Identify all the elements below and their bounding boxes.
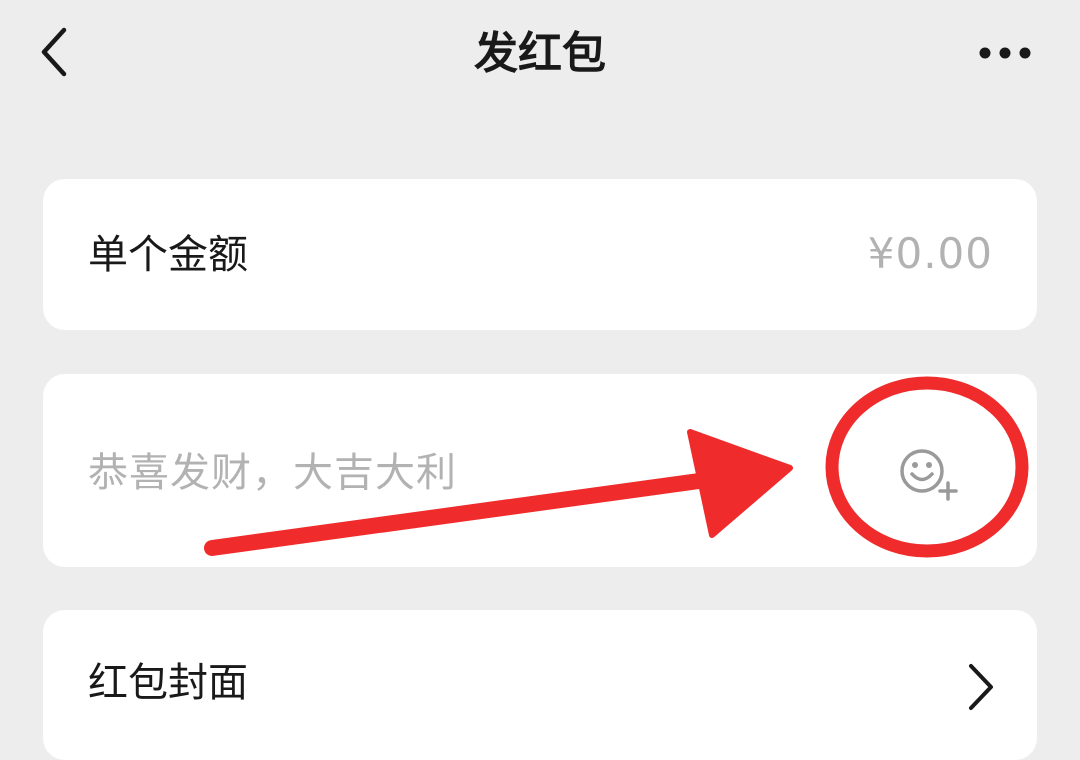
emoji-add-icon xyxy=(900,449,958,501)
amount-input[interactable]: ¥0.00 xyxy=(868,227,993,281)
more-dots-icon xyxy=(979,47,1031,59)
cover-label: 红包封面 xyxy=(88,660,248,706)
greeting-input[interactable]: 恭喜发财，大吉大利 xyxy=(88,447,457,499)
more-button[interactable] xyxy=(972,30,1038,76)
greeting-card: 恭喜发财，大吉大利 xyxy=(43,374,1037,567)
page-title: 发红包 xyxy=(474,28,606,79)
amount-label: 单个金额 xyxy=(88,232,248,278)
amount-card[interactable]: 单个金额 ¥0.00 xyxy=(43,179,1037,330)
navigation-bar: 发红包 xyxy=(0,0,1080,110)
chevron-right-icon xyxy=(969,664,993,710)
emoji-button[interactable] xyxy=(898,447,970,501)
cover-card[interactable]: 红包封面 xyxy=(43,610,1037,760)
